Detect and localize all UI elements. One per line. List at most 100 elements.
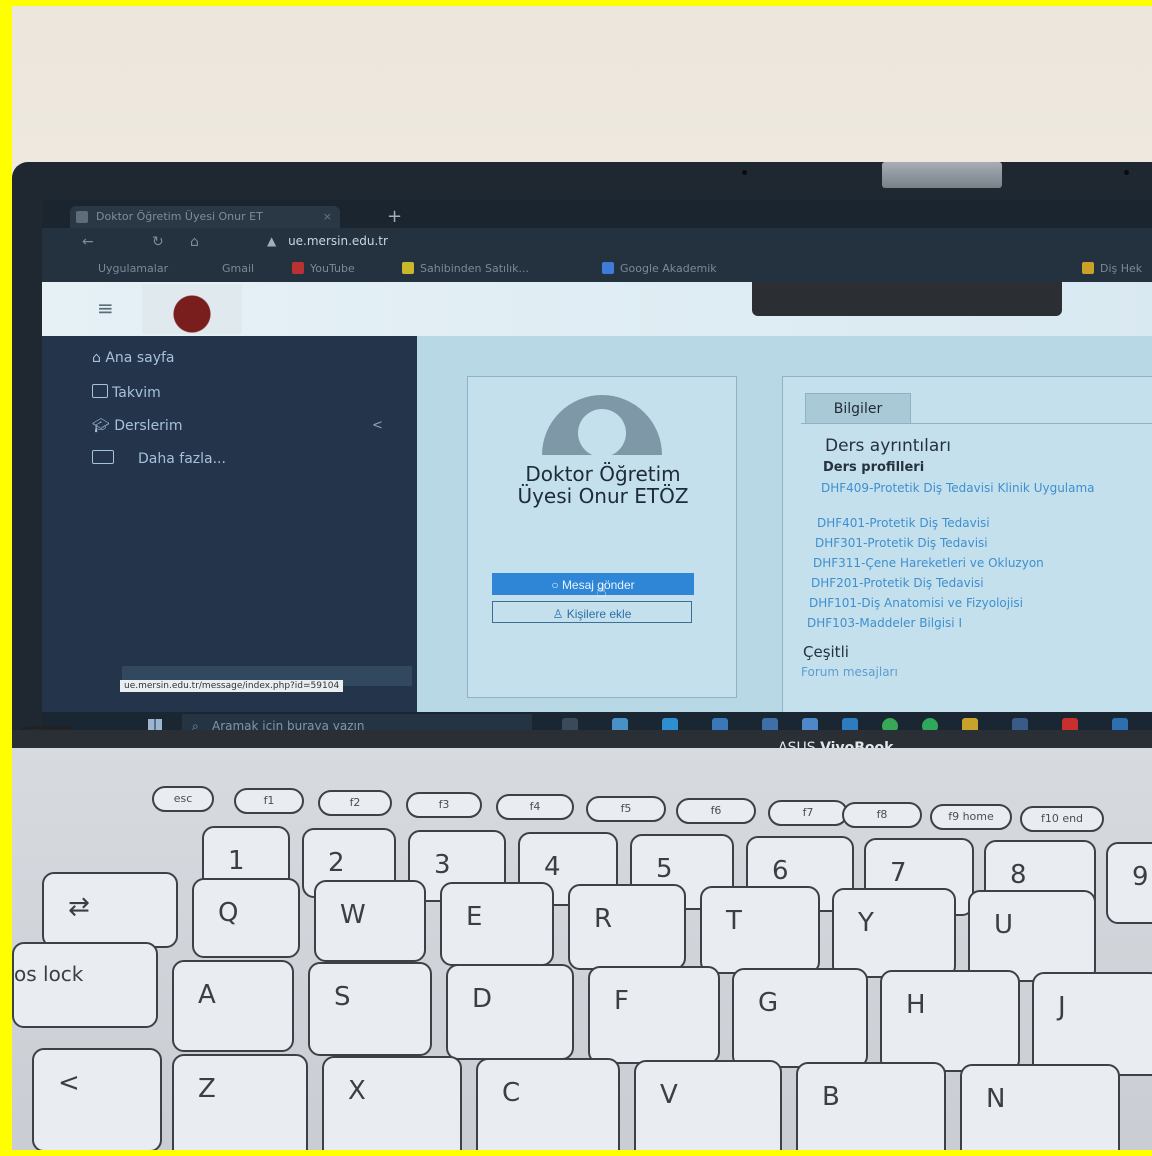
key-c[interactable]: C [476,1058,620,1150]
favicon-icon [76,211,88,223]
key-f4[interactable]: f4 [496,794,574,820]
sahibinden-icon [402,262,414,274]
folder-icon [92,450,114,464]
chevron-left-icon[interactable]: < [372,418,383,433]
key-f2[interactable]: f2 [318,790,392,816]
back-arrow-icon[interactable]: ← [82,234,94,250]
key-h[interactable]: H [880,970,1020,1072]
user-icon: ♙ [552,607,567,621]
folder-icon [1082,262,1094,274]
course-link[interactable]: DHF311-Çene Hareketleri ve Okluzyon [813,556,1044,570]
key-n[interactable]: N [960,1064,1120,1150]
details-card: Bilgiler Ders ayrıntıları Ders profiller… [782,376,1152,740]
key-z[interactable]: Z [172,1054,308,1150]
course-link[interactable]: DHF409-Protetik Diş Tedavisi Klinik Uygu… [821,480,1152,496]
hand-cursor-icon: ☝︎ [596,581,607,602]
key-angle-bracket[interactable]: < [32,1048,162,1150]
key-tab[interactable]: ⇄ [42,872,178,948]
url-field[interactable]: ▲ ue.mersin.edu.tr [267,234,388,248]
sidebar: ⌂ Ana sayfa Takvim 🎓︎ Derslerim < Daha f… [42,336,417,740]
bookmark-gmail[interactable]: Gmail [222,262,254,275]
key-f[interactable]: F [588,966,720,1064]
key-u[interactable]: U [968,890,1096,982]
status-url: ue.mersin.edu.tr/message/index.php?id=59… [120,680,344,692]
sidebar-item-ana-sayfa[interactable]: ⌂ Ana sayfa [92,350,175,366]
key-f5[interactable]: f5 [586,796,666,822]
close-tab-icon[interactable]: × [323,206,332,228]
university-logo[interactable] [142,284,242,334]
tab-bilgiler[interactable]: Bilgiler [805,393,911,424]
new-tab-button[interactable]: + [387,206,402,227]
course-link[interactable]: DHF101-Diş Anatomisi ve Fizyolojisi [809,596,1023,610]
bookmark-sahibinden[interactable]: Sahibinden Satılık... [402,262,529,275]
photo: Doktor Öğretim Üyesi Onur ET × + ← ↻ ⌂ ▲… [12,6,1152,1150]
course-link[interactable]: DHF201-Protetik Diş Tedavisi [811,576,984,590]
reload-icon[interactable]: ↻ [152,234,164,250]
home-icon[interactable]: ⌂ [190,234,199,250]
key-f9[interactable]: f9 home [930,804,1012,830]
key-y[interactable]: Y [832,888,956,978]
browser-tabbar: Doktor Öğretim Üyesi Onur ET × + [42,200,1152,228]
sidebar-item-derslerim[interactable]: 🎓︎ Derslerim [92,418,182,434]
profile-card: Doktor Öğretim Üyesi Onur ETÖZ ○ Mesaj g… [467,376,737,698]
calendar-icon [92,384,108,398]
key-j[interactable]: J [1032,972,1152,1076]
browser-tab[interactable]: Doktor Öğretim Üyesi Onur ET × [70,206,340,228]
key-b[interactable]: B [796,1062,946,1150]
misc-title: Çeşitli [803,643,849,661]
key-d[interactable]: D [446,964,574,1060]
laptop-screen: Doktor Öğretim Üyesi Onur ET × + ← ↻ ⌂ ▲… [42,200,1152,740]
graduation-cap-icon: 🎓︎ [92,418,115,434]
url-domain: ue.mersin.edu.tr [288,234,388,248]
key-s[interactable]: S [308,962,432,1056]
address-bar: ← ↻ ⌂ ▲ ue.mersin.edu.tr [42,228,1152,256]
course-link[interactable]: DHF401-Protetik Diş Tedavisi [817,516,990,530]
key-q[interactable]: Q [192,878,300,958]
key-g[interactable]: G [732,968,868,1068]
sidebar-item-takvim[interactable]: Takvim [92,384,161,401]
forum-posts-link[interactable]: Forum mesajları [801,665,898,679]
key-v[interactable]: V [634,1060,782,1150]
key-f1[interactable]: f1 [234,788,304,814]
speech-bubble-icon: ○ [551,578,562,592]
tab-title: Doktor Öğretim Üyesi Onur ET [96,210,263,223]
bookmark-dis-hek[interactable]: Diş Hek [1082,262,1142,275]
key-9[interactable]: 9 [1106,842,1152,924]
bookmark-apps[interactable]: Uygulamalar [98,262,168,275]
web-page: ≡ ⌂ Ana sayfa Takvim 🎓︎ Derslerim < Daha… [42,282,1152,740]
camera-obstruction [752,282,1062,316]
subsection-title: Ders profilleri [823,460,925,475]
scholar-icon [602,262,614,274]
sidebar-item-daha-fazla[interactable]: Daha fazla... [92,450,226,467]
keyboard-deck: esc f1 f2 f3 f4 f5 f6 f7 f8 f9 home f10 … [12,748,1152,1150]
hamburger-menu-icon[interactable]: ≡ [97,296,114,320]
key-a[interactable]: A [172,960,294,1052]
course-link[interactable]: DHF301-Protetik Diş Tedavisi [815,536,988,550]
key-e[interactable]: E [440,882,554,966]
key-f7[interactable]: f7 [768,800,848,826]
key-esc[interactable]: esc [152,786,214,812]
bookmark-google-scholar[interactable]: Google Akademik [602,262,717,275]
course-link[interactable]: DHF103-Maddeler Bilgisi I [807,616,962,630]
add-to-contacts-button[interactable]: ♙ Kişilere ekle [492,601,692,623]
bookmark-youtube[interactable]: YouTube [292,262,355,275]
bookmarks-bar: Uygulamalar Gmail YouTube Sahibinden Sat… [42,256,1152,282]
webcam-dot [742,170,747,175]
main-content: Doktor Öğretim Üyesi Onur ETÖZ ○ Mesaj g… [417,336,1152,740]
key-r[interactable]: R [568,884,686,970]
key-t[interactable]: T [700,886,820,974]
site-header: ≡ [42,282,1152,336]
course-details: Ders ayrıntıları Ders profilleri DHF409-… [801,423,1152,630]
key-x[interactable]: X [322,1056,462,1150]
key-caps-lock[interactable]: os lock [12,942,158,1028]
sticker [882,162,1002,188]
avatar [542,395,662,455]
home-icon: ⌂ [92,350,106,366]
youtube-icon [292,262,304,274]
key-w[interactable]: W [314,880,426,962]
key-f10[interactable]: f10 end [1020,806,1104,832]
key-f6[interactable]: f6 [676,798,756,824]
key-f8[interactable]: f8 [842,802,922,828]
send-message-button[interactable]: ○ Mesaj gönder [492,573,694,595]
key-f3[interactable]: f3 [406,792,482,818]
